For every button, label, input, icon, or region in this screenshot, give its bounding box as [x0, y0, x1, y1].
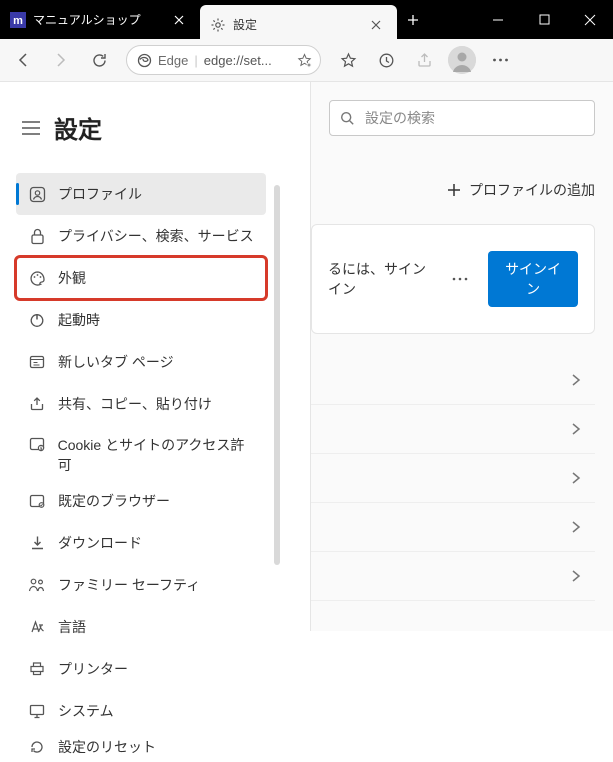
close-window-button[interactable]: [567, 0, 613, 39]
profile-row[interactable]: [311, 454, 595, 503]
search-input[interactable]: [365, 110, 584, 126]
nav-share[interactable]: 共有、コピー、貼り付け: [16, 383, 266, 425]
profile-row[interactable]: [311, 405, 595, 454]
power-icon: [28, 312, 46, 328]
nav-label: ファミリー セーフティ: [58, 575, 200, 595]
signin-button[interactable]: サインイン: [488, 251, 578, 307]
address-bar[interactable]: Edge | edge://set...: [126, 45, 321, 75]
download-icon: [28, 535, 46, 551]
tab-label: マニュアルショップ: [33, 11, 167, 28]
nav-label: 共有、コピー、貼り付け: [58, 394, 212, 414]
cookie-icon: [28, 436, 46, 452]
signin-card-text: るには、サインイン: [328, 259, 432, 299]
settings-header: 設定: [22, 110, 310, 145]
nav-privacy[interactable]: プライバシー、検索、サービス: [16, 215, 266, 257]
nav-label: ダウンロード: [58, 533, 142, 553]
nav-downloads[interactable]: ダウンロード: [16, 522, 266, 564]
nav-label: プリンター: [58, 659, 128, 679]
share-button[interactable]: [407, 43, 441, 77]
close-icon[interactable]: [371, 20, 387, 30]
nav-newtab[interactable]: 新しいタブ ページ: [16, 341, 266, 383]
nav-label: 既定のブラウザー: [58, 491, 170, 511]
profile-row[interactable]: [311, 356, 595, 405]
svg-text:m: m: [13, 15, 23, 27]
nav-label: 設定のリセット: [58, 737, 156, 757]
profile-row[interactable]: [311, 552, 595, 601]
settings-nav: プロファイル プライバシー、検索、サービス 外観 起動時 新しいタブ ページ: [16, 173, 310, 762]
tab-settings[interactable]: 設定: [200, 5, 397, 44]
add-favorite-icon[interactable]: [297, 53, 312, 68]
nav-family[interactable]: ファミリー セーフティ: [16, 564, 266, 606]
nav-label: 新しいタブ ページ: [58, 352, 174, 372]
nav-system[interactable]: システム: [16, 690, 266, 732]
tab-label: 設定: [233, 16, 364, 33]
card-more-icon[interactable]: [446, 277, 474, 281]
newtab-icon: [28, 354, 46, 370]
minimize-button[interactable]: [475, 0, 521, 39]
favicon-m: m: [10, 12, 26, 28]
nav-cookies[interactable]: Cookie とサイトのアクセス許可: [16, 425, 266, 480]
signin-card: るには、サインイン サインイン: [311, 224, 595, 334]
search-icon: [340, 111, 355, 126]
nav-appearance[interactable]: 外観: [16, 257, 266, 299]
palette-icon: [28, 270, 46, 287]
url-text: edge://set...: [204, 53, 310, 68]
close-icon[interactable]: [174, 15, 190, 25]
nav-reset[interactable]: 設定のリセット: [16, 732, 266, 762]
profile-row[interactable]: [311, 503, 595, 552]
lock-icon: [28, 228, 46, 245]
history-button[interactable]: [369, 43, 403, 77]
favorites-button[interactable]: [331, 43, 365, 77]
nav-printers[interactable]: プリンター: [16, 648, 266, 690]
nav-profiles[interactable]: プロファイル: [16, 173, 266, 215]
sidebar-scrollbar[interactable]: [274, 185, 280, 565]
nav-label: Cookie とサイトのアクセス許可: [58, 436, 254, 475]
hamburger-icon[interactable]: [22, 121, 40, 135]
add-profile-button[interactable]: プロファイルの追加: [329, 180, 595, 200]
window-controls: [475, 0, 613, 39]
titlebar: m マニュアルショップ 設定: [0, 0, 613, 39]
edge-logo-icon: [137, 53, 152, 68]
printer-icon: [28, 661, 46, 677]
gear-icon: [210, 17, 226, 33]
nav-default-browser[interactable]: 既定のブラウザー: [16, 480, 266, 522]
nav-label: 言語: [58, 617, 86, 637]
edge-label: Edge: [158, 53, 188, 68]
profile-rows: [311, 356, 595, 601]
new-tab-button[interactable]: [397, 0, 429, 39]
profile-button[interactable]: [445, 43, 479, 77]
browser-icon: [28, 493, 46, 509]
refresh-button[interactable]: [82, 43, 116, 77]
content: 設定 プロファイル プライバシー、検索、サービス 外観 起動時: [0, 82, 613, 631]
avatar: [448, 46, 476, 74]
back-button[interactable]: [6, 43, 40, 77]
settings-main: プロファイルの追加 るには、サインイン サインイン: [310, 82, 613, 631]
more-button[interactable]: [483, 43, 517, 77]
language-icon: [28, 619, 46, 635]
nav-label: プロファイル: [58, 184, 142, 204]
toolbar: Edge | edge://set...: [0, 39, 613, 82]
settings-search[interactable]: [329, 100, 595, 136]
profile-icon: [28, 186, 46, 203]
reset-icon: [28, 739, 46, 755]
nav-label: 起動時: [58, 310, 100, 330]
add-profile-label: プロファイルの追加: [469, 180, 595, 200]
settings-sidebar: 設定 プロファイル プライバシー、検索、サービス 外観 起動時: [0, 82, 310, 631]
share-icon: [28, 396, 46, 412]
page-title: 設定: [54, 110, 102, 145]
tab-manual-shop[interactable]: m マニュアルショップ: [0, 0, 200, 39]
nav-languages[interactable]: 言語: [16, 606, 266, 648]
nav-startup[interactable]: 起動時: [16, 299, 266, 341]
forward-button[interactable]: [44, 43, 78, 77]
separator: |: [194, 53, 197, 68]
nav-label: 外観: [58, 268, 86, 288]
family-icon: [28, 577, 46, 593]
maximize-button[interactable]: [521, 0, 567, 39]
nav-label: システム: [58, 701, 114, 721]
nav-label: プライバシー、検索、サービス: [58, 226, 254, 246]
system-icon: [28, 704, 46, 719]
